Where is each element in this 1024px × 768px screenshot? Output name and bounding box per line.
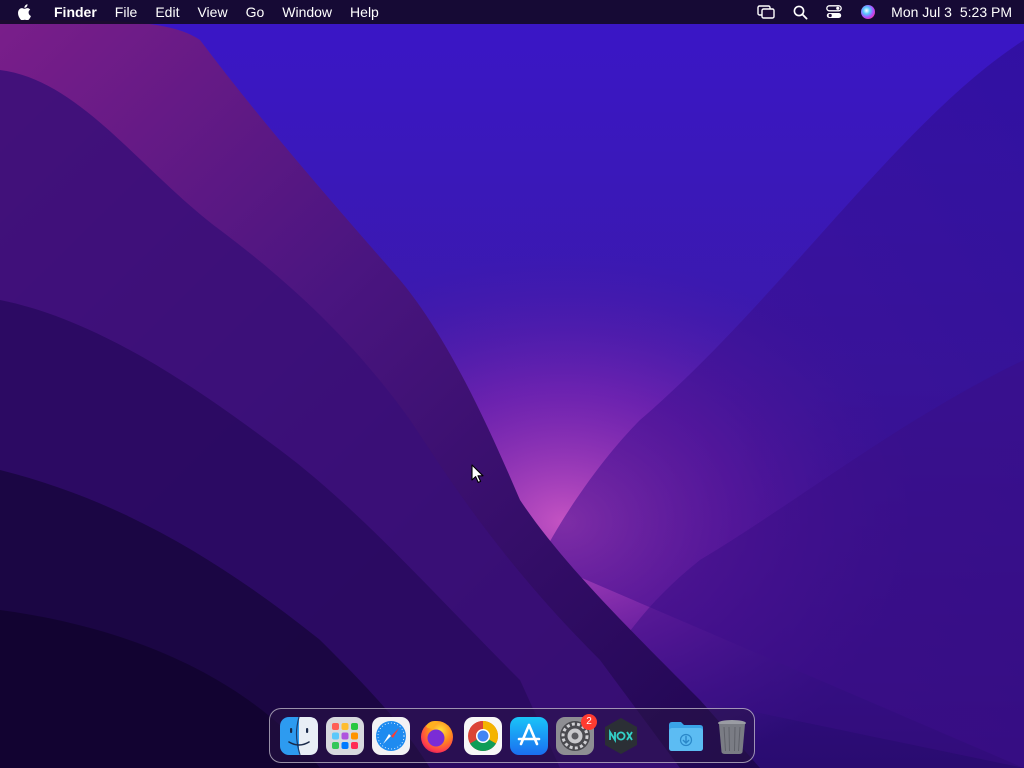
- dock-item-nox[interactable]: [601, 716, 641, 756]
- control-center-icon[interactable]: [817, 0, 851, 24]
- nox-icon: [605, 717, 637, 754]
- trash-icon: [718, 719, 746, 754]
- menu-edit[interactable]: Edit: [146, 0, 188, 24]
- clock-time: 5:23 PM: [959, 4, 1012, 20]
- dock-item-launchpad[interactable]: [325, 716, 365, 756]
- menu-bar: Finder File Edit View Go Window Help Mon…: [0, 0, 1024, 24]
- dock-item-chrome[interactable]: [463, 716, 503, 756]
- firefox-icon: [421, 720, 453, 753]
- notification-badge: 2: [581, 713, 597, 730]
- dock-item-safari[interactable]: [371, 716, 411, 756]
- finder-icon: [280, 716, 318, 755]
- dock-item-downloads[interactable]: [666, 716, 706, 756]
- dock-item-system-preferences[interactable]: 2: [555, 713, 597, 756]
- app-store-icon: [510, 716, 548, 755]
- dock-item-trash[interactable]: [712, 716, 752, 756]
- menu-go[interactable]: Go: [237, 0, 274, 24]
- menu-file[interactable]: File: [106, 0, 147, 24]
- menu-help[interactable]: Help: [341, 0, 388, 24]
- clock-date: Mon Jul 3: [891, 4, 952, 20]
- mouse-cursor-icon: [471, 464, 485, 484]
- apple-logo-icon[interactable]: [0, 0, 48, 24]
- siri-icon[interactable]: [851, 0, 885, 24]
- screen-mirroring-icon[interactable]: [749, 0, 783, 24]
- menu-app-name[interactable]: Finder: [48, 0, 106, 24]
- menu-bar-clock[interactable]: Mon Jul 3 5:23 PM: [885, 4, 1012, 20]
- menu-window[interactable]: Window: [273, 0, 341, 24]
- dock: 2: [269, 708, 755, 763]
- menu-view[interactable]: View: [188, 0, 236, 24]
- chrome-icon: [464, 716, 502, 755]
- launchpad-icon: [326, 716, 364, 755]
- safari-icon: [372, 716, 410, 755]
- dock-item-finder[interactable]: [279, 716, 319, 756]
- downloads-folder-icon: [669, 721, 703, 751]
- spotlight-search-icon[interactable]: [783, 0, 817, 24]
- dock-item-app-store[interactable]: [509, 716, 549, 756]
- dock-item-firefox[interactable]: [417, 716, 457, 756]
- desktop-wallpaper: [0, 0, 1024, 768]
